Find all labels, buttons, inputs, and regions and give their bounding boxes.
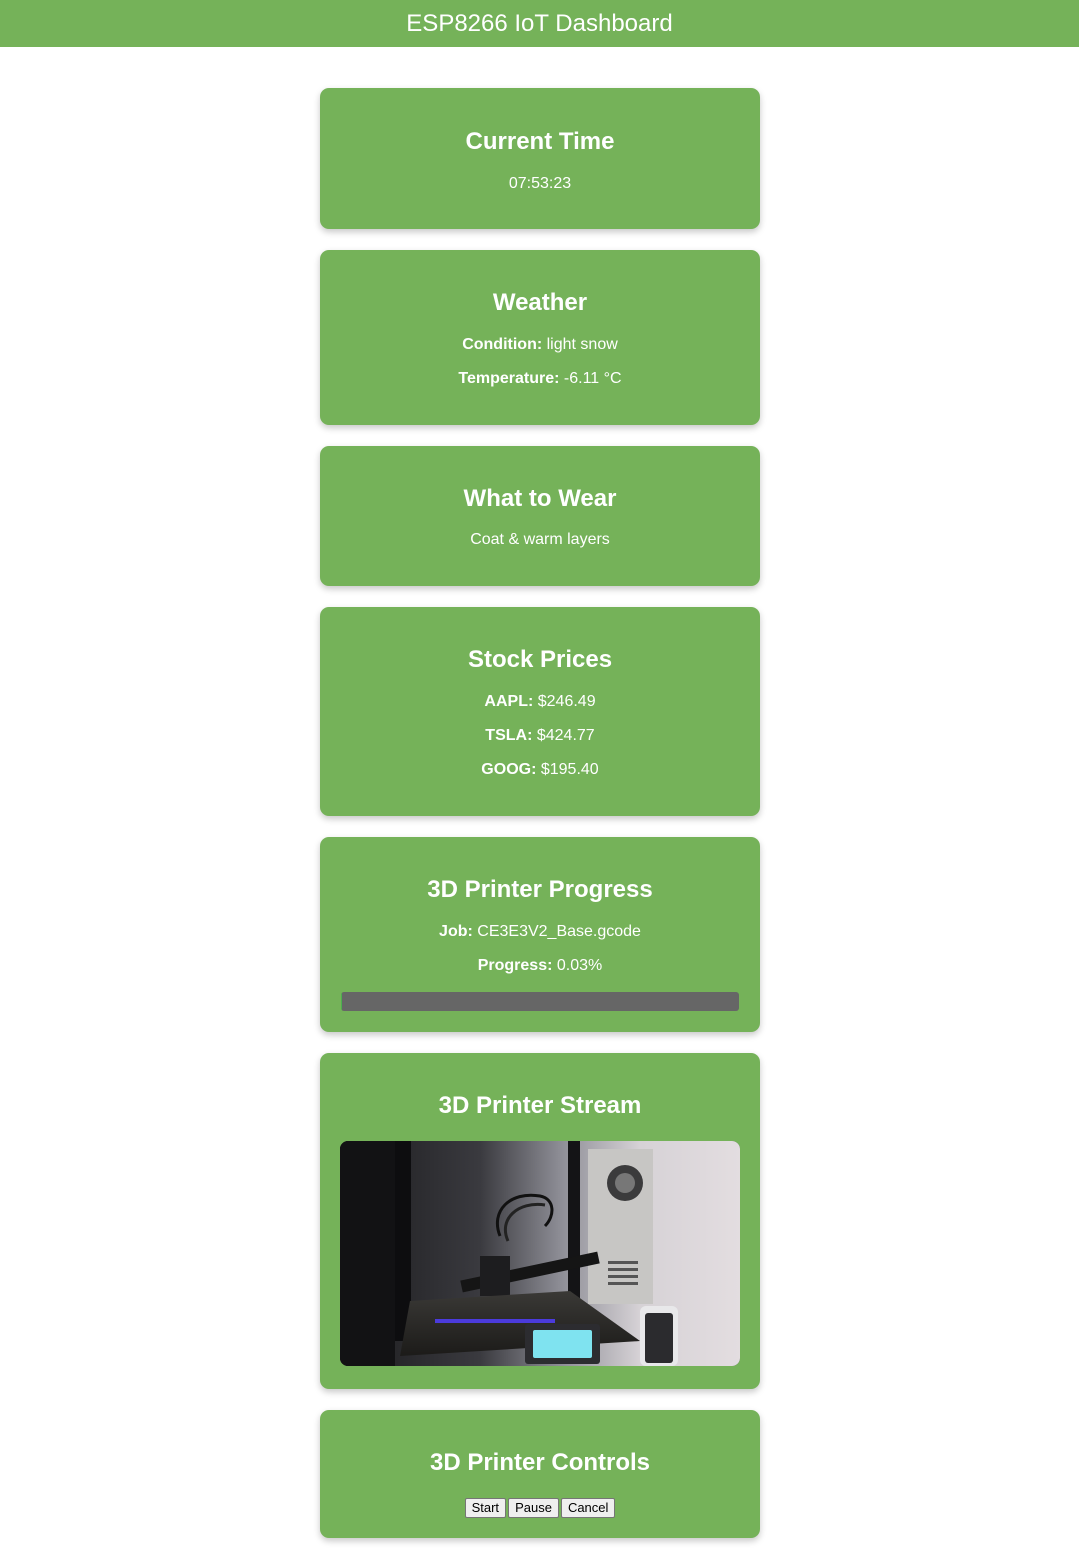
weather-temperature-value: -6.11 °C	[563, 370, 622, 387]
printer-progress-label: Progress:	[477, 957, 553, 974]
weather-temperature-row: Temperature: -6.11 °C	[320, 369, 760, 389]
stock-price: $246.49	[537, 693, 596, 710]
weather-condition-label: Condition:	[462, 336, 543, 353]
printer-job-label: Job:	[439, 923, 473, 940]
weather-temperature-label: Temperature:	[458, 370, 560, 387]
pause-button[interactable]: Pause	[508, 1498, 559, 1518]
printer-job-row: Job: CE3E3V2_Base.gcode	[320, 922, 760, 942]
start-button[interactable]: Start	[464, 1498, 507, 1518]
stock-symbol: GOOG:	[481, 761, 537, 778]
stock-symbol: AAPL:	[484, 693, 534, 710]
current-time-card: Current Time 07:53:23	[320, 88, 760, 229]
weather-card: Weather Condition: light snow Temperatur…	[320, 250, 760, 425]
what-to-wear-title: What to Wear	[463, 485, 617, 512]
stock-row-tsla: TSLA: $424.77	[320, 726, 760, 746]
what-to-wear-card: What to Wear Coat & warm layers	[320, 446, 760, 586]
what-to-wear-value: Coat & warm layers	[470, 531, 610, 548]
printer-progress-row: Progress: 0.03%	[320, 956, 760, 976]
stock-price: $195.40	[540, 761, 599, 778]
stock-row-goog: GOOG: $195.40	[320, 760, 760, 780]
stock-prices-title: Stock Prices	[467, 646, 613, 673]
printer-progress-card: 3D Printer Progress Job: CE3E3V2_Base.gc…	[320, 837, 760, 1032]
weather-title: Weather	[492, 289, 588, 316]
app-header: ESP8266 IoT Dashboard	[0, 0, 1079, 47]
printer-camera-frame	[340, 1141, 740, 1366]
stock-symbol: TSLA:	[485, 727, 533, 744]
stock-price: $424.77	[536, 727, 595, 744]
printer-controls-card: 3D Printer Controls Start Pause Cancel	[320, 1410, 760, 1538]
current-time-value: 07:53:23	[508, 175, 572, 192]
printer-stream-image	[340, 1141, 740, 1366]
printer-job-value: CE3E3V2_Base.gcode	[477, 923, 641, 940]
printer-controls-buttons: Start Pause Cancel	[320, 1498, 760, 1518]
printer-progress-value: 0.03%	[556, 957, 603, 974]
current-time-title: Current Time	[465, 128, 615, 155]
printer-stream-title: 3D Printer Stream	[438, 1092, 642, 1119]
printer-controls-title: 3D Printer Controls	[429, 1449, 651, 1476]
weather-condition-row: Condition: light snow	[320, 335, 760, 355]
app-title: ESP8266 IoT Dashboard	[406, 10, 673, 37]
stock-prices-card: Stock Prices AAPL: $246.49 TSLA: $424.77…	[320, 607, 760, 816]
stock-row-aapl: AAPL: $246.49	[320, 692, 760, 712]
printer-progress-title: 3D Printer Progress	[427, 876, 653, 903]
progress-bar	[341, 992, 739, 1011]
printer-stream-card: 3D Printer Stream	[320, 1053, 760, 1389]
weather-condition-value: light snow	[546, 336, 618, 353]
cancel-button[interactable]: Cancel	[560, 1498, 616, 1518]
